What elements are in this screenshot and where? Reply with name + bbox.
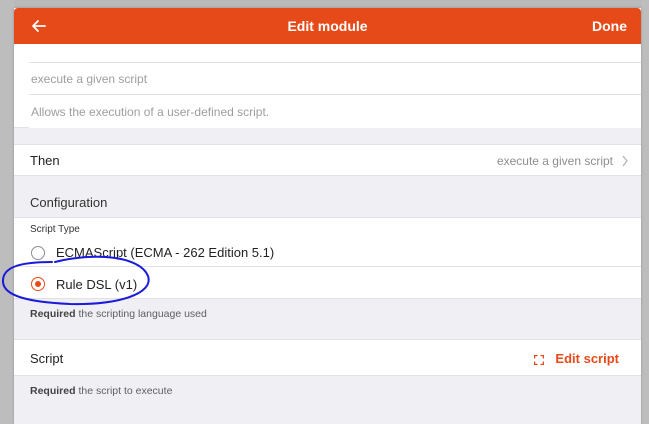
backdrop-right xyxy=(641,0,649,424)
script-type-help: Required the scripting language used xyxy=(30,308,207,320)
navbar: Edit module Done xyxy=(14,8,641,44)
required-label: Required xyxy=(30,308,76,320)
page-title: Edit module xyxy=(287,18,368,34)
script-help: Required the script to execute xyxy=(30,385,172,397)
then-label: Then xyxy=(30,153,60,168)
edit-module-popup: Edit module Done execute a given script … xyxy=(14,8,641,424)
module-description-value: Allows the execution of a user-defined s… xyxy=(31,105,270,119)
radio-option-rule-dsl[interactable]: Rule DSL (v1) xyxy=(14,267,641,299)
then-row[interactable]: Then execute a given script xyxy=(14,144,641,176)
script-row: Script Edit script xyxy=(14,339,641,376)
then-value: execute a given script xyxy=(496,154,613,168)
radio-checked-icon[interactable] xyxy=(31,277,45,291)
script-help-text: the script to execute xyxy=(78,385,173,397)
chevron-right-icon xyxy=(622,155,628,167)
radio-unchecked-icon[interactable] xyxy=(31,246,45,260)
expand-icon[interactable] xyxy=(534,355,544,365)
required-label: Required xyxy=(30,385,76,397)
script-type-help-text: the scripting language used xyxy=(78,308,207,320)
edit-script-button[interactable]: Edit script xyxy=(555,351,619,366)
radio-label-rule-dsl: Rule DSL (v1) xyxy=(56,277,138,292)
module-description-field[interactable]: Allows the execution of a user-defined s… xyxy=(29,95,641,128)
done-button[interactable]: Done xyxy=(592,8,627,44)
module-label-value: execute a given script xyxy=(31,72,148,86)
configuration-title: Configuration xyxy=(30,195,108,210)
radio-option-ecmascript[interactable]: ECMAScript (ECMA - 262 Edition 5.1) xyxy=(14,237,641,267)
script-label: Script xyxy=(30,351,64,366)
module-label-field[interactable]: execute a given script xyxy=(29,62,641,95)
radio-label-ecmascript: ECMAScript (ECMA - 262 Edition 5.1) xyxy=(56,245,275,260)
screen: Edit module Done execute a given script … xyxy=(0,0,649,424)
backdrop-left xyxy=(0,0,14,424)
module-info-group: execute a given script Allows the execut… xyxy=(14,44,641,128)
script-type-label: Script Type xyxy=(30,224,80,235)
